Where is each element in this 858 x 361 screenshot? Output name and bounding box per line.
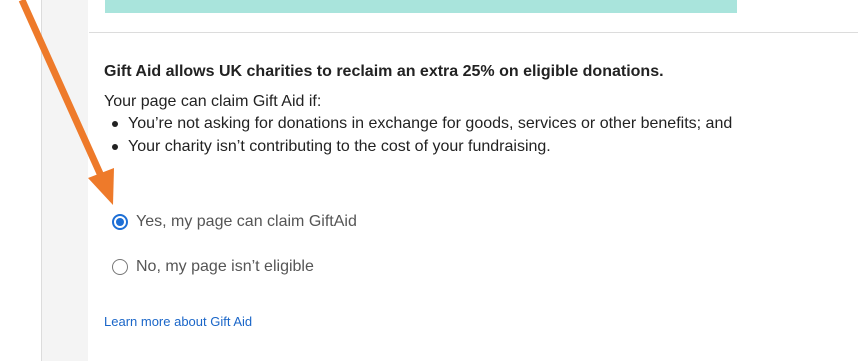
panel-gutter	[42, 0, 88, 361]
eligibility-subheading: Your page can claim Gift Aid if:	[104, 93, 322, 110]
top-banner	[105, 0, 737, 13]
divider	[89, 32, 858, 33]
radio-selected-icon[interactable]	[112, 214, 128, 230]
eligibility-conditions: You’re not asking for donations in excha…	[104, 114, 844, 156]
learn-more-link[interactable]: Learn more about Gift Aid	[104, 314, 252, 329]
radio-yes-eligible[interactable]: Yes, my page can claim GiftAid	[112, 213, 357, 231]
gift-aid-panel: Gift Aid allows UK charities to reclaim …	[41, 0, 858, 361]
bullet-icon	[112, 144, 118, 150]
gift-aid-headline: Gift Aid allows UK charities to reclaim …	[104, 63, 664, 80]
condition-text: You’re not asking for donations in excha…	[128, 115, 733, 132]
condition-item: You’re not asking for donations in excha…	[104, 114, 844, 133]
radio-not-eligible[interactable]: No, my page isn’t eligible	[112, 258, 314, 276]
radio-no-label: No, my page isn’t eligible	[136, 258, 314, 275]
condition-item: Your charity isn’t contributing to the c…	[104, 137, 844, 156]
radio-unselected-icon[interactable]	[112, 259, 128, 275]
radio-yes-label: Yes, my page can claim GiftAid	[136, 213, 357, 230]
bullet-icon	[112, 121, 118, 127]
condition-text: Your charity isn’t contributing to the c…	[128, 138, 551, 155]
